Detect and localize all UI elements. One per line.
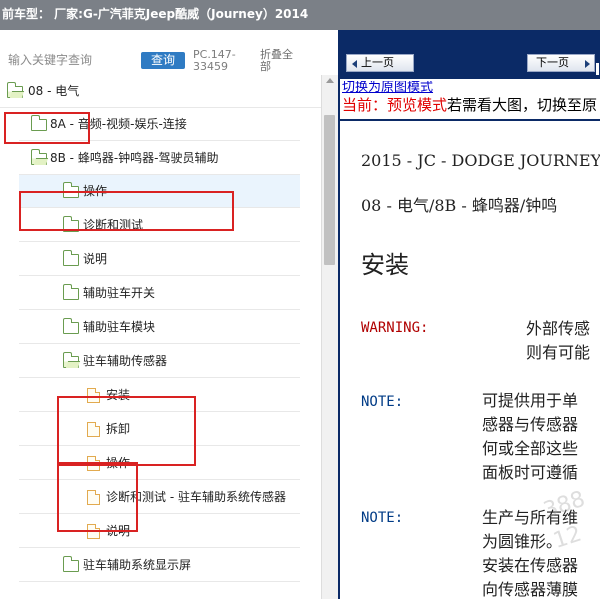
open-folder-icon [31, 149, 47, 165]
installation-heading: 安装 [361, 251, 409, 279]
tree-item-label: 辅助驻车开关 [83, 286, 156, 300]
tree-scrollbar[interactable] [321, 75, 338, 599]
note-label-1: NOTE: [361, 394, 404, 410]
tree-item-label: 诊断和测试 - 驻车辅助系统传感器 [106, 490, 286, 504]
keyword-search-input[interactable] [8, 51, 135, 69]
next-page-button[interactable]: 下一页 [527, 54, 595, 72]
note-text-1: 可提供用于单 感器与传感器 何或全部这些 面板时可遵循 [482, 391, 579, 482]
tree-item-label: 驻车辅助传感器 [83, 354, 168, 368]
scroll-up-arrow-icon[interactable] [326, 78, 334, 83]
preview-mode-notice: 当前：预览模式若需看大图，切换至原 [342, 95, 600, 115]
folder-icon [63, 182, 79, 198]
warning-text: 外部传感 则有可能 [526, 319, 591, 362]
note-text-2: 生产与所有维 为圆锥形。 安装在传感器 向传感器薄膜 [482, 508, 579, 599]
document-icon [87, 490, 100, 505]
tree-item-label: 诊断和测试 [83, 218, 144, 232]
document-viewer: 上一页 下一页 切换为原图模式 当前：预览模式若需看大图，切换至原 2015 -… [340, 30, 600, 599]
note-label-2: NOTE: [361, 510, 404, 526]
tree-item-label: 操作 [83, 184, 108, 198]
viewer-toolbar: 上一页 下一页 [340, 30, 600, 79]
tree-item-buzzers-chimes[interactable]: 8B - 蜂鸣器-钟鸣器-驾驶员辅助 [19, 142, 300, 175]
tree-item-parking-assist-module[interactable]: 辅助驻车模块 [19, 311, 300, 344]
folder-icon [63, 216, 79, 232]
folder-icon [63, 284, 79, 300]
tree-item-label: 驻车辅助系统显示屏 [83, 558, 192, 572]
document-title-line-1: 2015 - JC - DODGE JOURNEY [361, 151, 600, 170]
document-icon [87, 456, 100, 471]
document-icon [87, 524, 100, 539]
folder-icon [63, 318, 79, 334]
tree-item-label: 说明 [83, 252, 108, 266]
tree-item-sensor-operation[interactable]: 操作 [19, 447, 300, 480]
tree-item-parking-display[interactable]: 驻车辅助系统显示屏 [19, 549, 300, 582]
tree-item-label: 拆卸 [106, 422, 131, 436]
collapse-all-link[interactable]: 折叠全部 [260, 49, 296, 77]
toolbar-edge-mark [596, 63, 599, 75]
tree-item-parking-assist-switch[interactable]: 辅助驻车开关 [19, 277, 300, 310]
vehicle-title-bar: 前车型： 厂家:G-广汽菲克Jeep酷威（Journey）2014 [0, 0, 600, 30]
tree-item-electrical[interactable]: 08 - 电气 [0, 75, 321, 108]
query-button[interactable]: 查询 [141, 52, 185, 69]
tree-item-label: 说明 [106, 524, 131, 538]
service-tree: 08 - 电气 8A - 音频-视频-娱乐-连接 8B - 蜂鸣器-钟鸣器-驾驶… [0, 75, 321, 599]
scrollbar-thumb[interactable] [324, 115, 335, 265]
navigation-panel: 查询 PC.147- 33459 折叠全部 08 - 电气 8A - 音频-视频… [0, 30, 339, 599]
warning-label: WARNING: [361, 320, 429, 336]
tree-item-label: 操作 [106, 456, 131, 470]
previous-page-button[interactable]: 上一页 [346, 54, 414, 72]
tree-item-installation[interactable]: 安装 [19, 379, 300, 412]
tree-item-sensor-diagnosis[interactable]: 诊断和测试 - 驻车辅助系统传感器 [19, 481, 300, 514]
left-arrow-icon [352, 60, 357, 68]
tree-item-diagnosis-testing[interactable]: 诊断和测试 [19, 209, 300, 242]
open-folder-icon [7, 82, 23, 98]
tree-item-label: 辅助驻车模块 [83, 320, 156, 334]
document-icon [87, 422, 100, 437]
right-arrow-icon [585, 60, 590, 68]
current-preview-mode: 当前：预览模式 [342, 96, 448, 114]
switch-original-view-link[interactable]: 切换为原图模式 [342, 81, 598, 95]
folder-icon [63, 250, 79, 266]
tree-item-label: 8A - 音频-视频-娱乐-连接 [50, 117, 187, 131]
folder-icon [31, 115, 47, 131]
tree-item-description[interactable]: 说明 [19, 243, 300, 276]
application-window: 前车型： 厂家:G-广汽菲克Jeep酷威（Journey）2014 查询 PC.… [0, 0, 600, 599]
folder-icon [63, 556, 79, 572]
previous-page-label: 上一页 [361, 56, 394, 69]
tree-item-operation-selected[interactable]: 操作 [19, 175, 300, 208]
tree-item-label: 8B - 蜂鸣器-钟鸣器-驾驶员辅助 [50, 151, 219, 165]
tree-item-parking-sensor[interactable]: 驻车辅助传感器 [19, 345, 300, 378]
tree-item-label: 08 - 电气 [28, 84, 80, 98]
document-icon [87, 388, 100, 403]
next-page-label: 下一页 [536, 56, 569, 69]
tree-item-audio-video[interactable]: 8A - 音频-视频-娱乐-连接 [19, 108, 300, 141]
preview-hint: 若需看大图，切换至原 [447, 96, 598, 114]
open-folder-icon [63, 352, 79, 368]
document-separator [340, 119, 600, 121]
tree-item-sensor-description[interactable]: 说明 [19, 515, 300, 548]
search-toolbar: 查询 PC.147- 33459 折叠全部 [0, 30, 339, 75]
tree-item-label: 安装 [106, 388, 131, 402]
tree-item-removal[interactable]: 拆卸 [19, 413, 300, 446]
document-title-line-2: 08 - 电气/8B - 蜂鸣器/钟鸣 [361, 196, 558, 215]
